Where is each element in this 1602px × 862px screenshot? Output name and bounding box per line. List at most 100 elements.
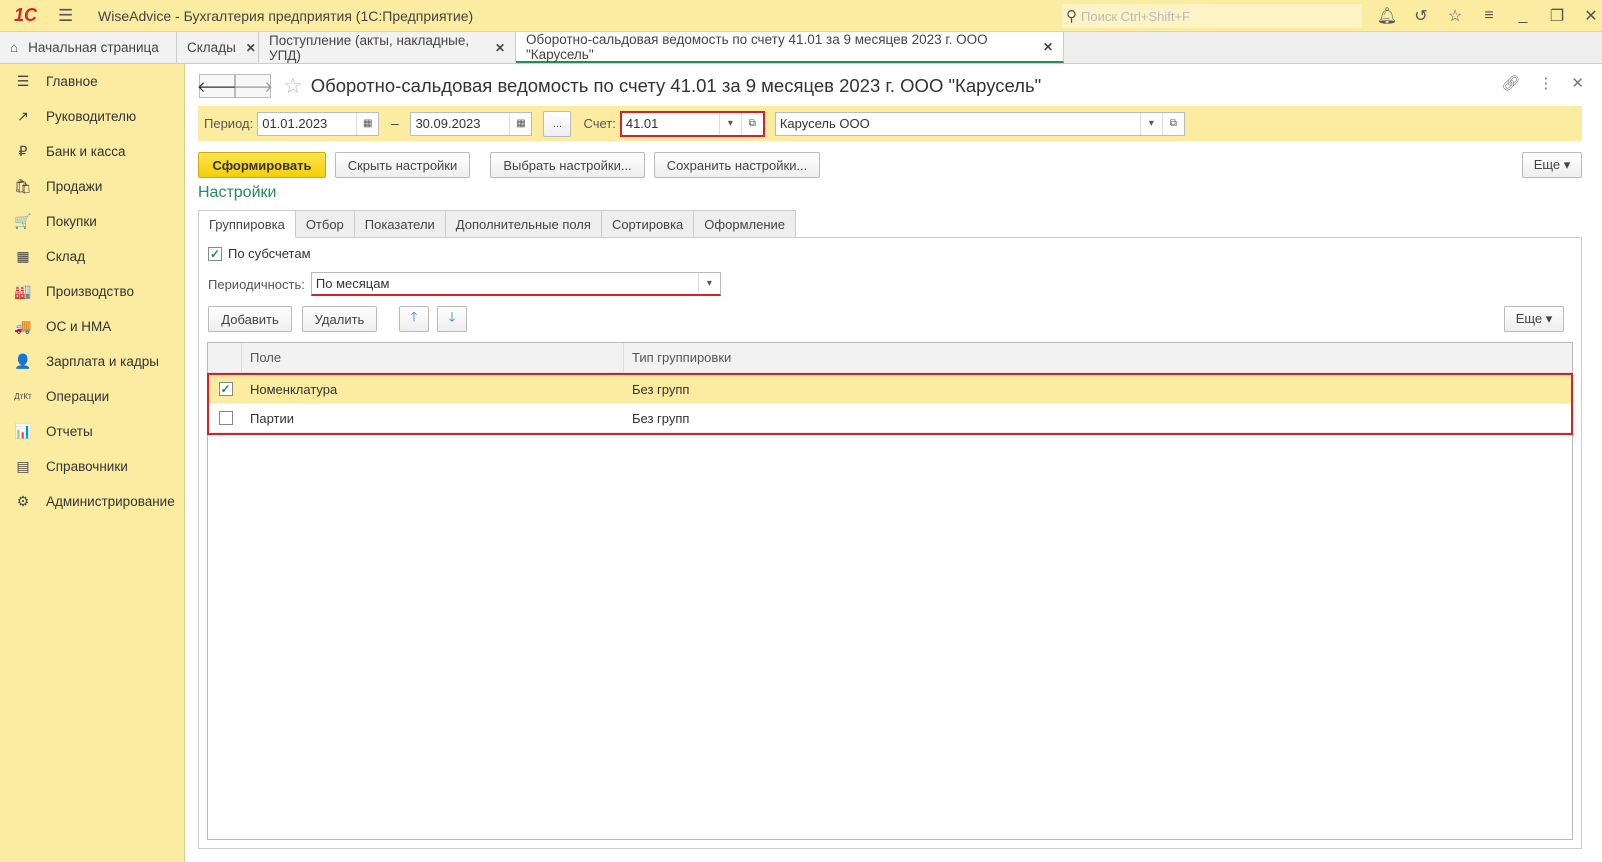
chevron-down-icon[interactable]: ▾: [1139, 112, 1162, 135]
sidebar-icon: 🚚: [14, 318, 32, 334]
calendar-icon[interactable]: ▦: [509, 112, 531, 135]
close-tab-icon[interactable]: ✕: [495, 41, 505, 55]
sidebar-item[interactable]: 👤 Зарплата и кадры: [0, 344, 184, 379]
delete-button[interactable]: Удалить: [302, 306, 377, 332]
menu-icon[interactable]: ☰: [58, 6, 88, 26]
periodicity-value: По месяцам: [315, 276, 390, 291]
hide-settings-button[interactable]: Скрыть настройки: [335, 152, 470, 178]
tab-warehouses[interactable]: Склады ✕: [177, 32, 259, 63]
more-button[interactable]: Еще ▾: [1522, 152, 1582, 178]
settings-tab[interactable]: Показатели: [354, 210, 446, 238]
table-row[interactable]: ✓ Номенклатура Без групп: [209, 375, 1571, 404]
settings-tab[interactable]: Оформление: [694, 210, 796, 238]
settings-tab[interactable]: Сортировка: [601, 210, 695, 238]
minimize-icon[interactable]: _: [1506, 7, 1540, 25]
forward-button[interactable]: 🡒: [233, 74, 273, 98]
settings-panel: ✓ По субсчетам Периодичность: По месяцам…: [198, 237, 1582, 849]
sidebar-item-label: Руководителю: [46, 109, 137, 124]
close-tab-icon[interactable]: ✕: [246, 41, 256, 55]
open-icon[interactable]: ⧉: [1161, 112, 1184, 135]
calendar-icon[interactable]: ▦: [356, 112, 378, 135]
main-content: 🡐 🡒 ☆ Оборотно-сальдовая ведомость по сч…: [185, 64, 1602, 862]
sidebar-item[interactable]: 🛍 Продажи: [0, 169, 184, 204]
chevron-down-icon[interactable]: ▾: [718, 112, 741, 135]
settings-tab[interactable]: Отбор: [295, 210, 355, 238]
settings-tab[interactable]: Группировка: [198, 210, 296, 238]
period-select-button[interactable]: ...: [543, 110, 572, 137]
title-bar: 1С ☰ WiseAdvice - Бухгалтерия предприяти…: [0, 0, 1602, 32]
save-settings-button[interactable]: Сохранить настройки...: [654, 152, 820, 178]
close-icon[interactable]: ✕: [1574, 6, 1602, 26]
row-group-type: Без групп: [632, 410, 690, 426]
sidebar-item[interactable]: ▦ Склад: [0, 239, 184, 274]
tab-home[interactable]: ⌂ Начальная страница: [0, 32, 177, 63]
sidebar-item-label: Операции: [46, 389, 110, 404]
settings-tab[interactable]: Дополнительные поля: [445, 210, 602, 238]
column-header-group-type[interactable]: Тип группировки: [623, 343, 1572, 372]
sidebar-item[interactable]: 🛒 Покупки: [0, 204, 184, 239]
row-checkbox[interactable]: ✓: [218, 382, 233, 396]
sidebar-item[interactable]: ☰ Главное: [0, 64, 184, 99]
sidebar-item[interactable]: ↗ Руководителю: [0, 99, 184, 134]
filter-bar: Период: 01.01.2023 ▦ – 30.09.2023 ▦ ... Сч…: [198, 106, 1582, 141]
sidebar: ☰ Главное ↗ Руководителю ₽ Банк и касса 🛍 Прода…: [0, 64, 185, 862]
generate-button[interactable]: Сформировать: [198, 152, 326, 178]
open-icon[interactable]: ⧉: [740, 112, 763, 135]
history-icon[interactable]: ↺: [1404, 6, 1438, 26]
restore-icon[interactable]: ❐: [1540, 6, 1574, 26]
sidebar-item[interactable]: ДтКт Операции: [0, 379, 184, 414]
search-placeholder: Поиск Ctrl+Shift+F: [1081, 8, 1190, 24]
tab-receipts[interactable]: Поступление (акты, накладные, УПД) ✕: [259, 32, 516, 63]
settings-tabs: Группировка Отбор Показатели Дополнительные…: [198, 210, 796, 238]
link-icon[interactable]: 🔗︎: [1501, 74, 1520, 92]
organization-field[interactable]: Карусель ООО ▾ ⧉: [774, 111, 1185, 136]
more-icon[interactable]: ⋮: [1538, 74, 1553, 92]
periodicity-label: Периодичность:: [208, 276, 305, 292]
period-label: Период:: [204, 116, 254, 131]
favorite-star-icon[interactable]: ☆: [283, 73, 303, 99]
sidebar-item[interactable]: 🚚 ОС и НМА: [0, 309, 184, 344]
row-checkbox[interactable]: [218, 411, 233, 425]
star-icon[interactable]: ☆: [1438, 6, 1472, 26]
tab-label: Начальная страница: [28, 40, 159, 55]
choose-settings-button[interactable]: Выбрать настройки...: [490, 152, 645, 178]
organization-value: Карусель ООО: [779, 116, 870, 131]
sidebar-item-label: Склад: [46, 249, 86, 264]
tab-report[interactable]: Оборотно-сальдовая ведомость по счету 41…: [516, 32, 1064, 63]
column-header-field[interactable]: Поле: [241, 343, 623, 372]
settings-heading: Настройки: [198, 184, 277, 201]
move-down-button[interactable]: 🡓: [437, 306, 467, 332]
move-up-button[interactable]: 🡑: [399, 306, 429, 332]
date-to-field[interactable]: 30.09.2023 ▦: [410, 111, 533, 136]
settings-menu-icon[interactable]: ≡: [1472, 7, 1506, 25]
sidebar-item[interactable]: ▤ Справочники: [0, 449, 184, 484]
chevron-down-icon[interactable]: ▾: [697, 273, 720, 294]
page-title: Оборотно-сальдовая ведомость по счету 41…: [310, 75, 1042, 96]
add-button[interactable]: Добавить: [208, 306, 292, 332]
sidebar-item[interactable]: 🏭 Производство: [0, 274, 184, 309]
sidebar-item[interactable]: ⚙ Администрирование: [0, 484, 184, 519]
sidebar-item[interactable]: 📊 Отчеты: [0, 414, 184, 449]
app-logo: 1С: [14, 5, 38, 25]
bell-icon[interactable]: 🔔︎: [1370, 6, 1404, 26]
sidebar-icon: ▤: [16, 458, 30, 474]
dash: –: [391, 116, 399, 131]
row-field: Партии: [250, 410, 294, 426]
periodicity-select[interactable]: По месяцам ▾: [310, 272, 721, 296]
table-row[interactable]: Партии Без групп: [209, 404, 1571, 433]
table-more-button[interactable]: Еще ▾: [1504, 306, 1564, 332]
home-icon: ⌂: [10, 40, 19, 55]
account-field[interactable]: 41.01 ▾ ⧉: [619, 110, 765, 137]
sidebar-item[interactable]: ₽ Банк и касса: [0, 134, 184, 169]
sidebar-icon: ☰: [16, 73, 30, 89]
by-subaccounts-checkbox[interactable]: ✓: [208, 246, 222, 261]
back-button[interactable]: 🡐: [197, 74, 237, 98]
sidebar-item-label: Администрирование: [46, 494, 175, 509]
sidebar-item-label: Покупки: [46, 214, 97, 229]
account-label: Счет:: [583, 116, 616, 131]
search-input[interactable]: ⚲ Поиск Ctrl+Shift+F: [1062, 4, 1362, 28]
grouping-table: Поле Тип группировки ✓ Номенклатура Без гру…: [207, 342, 1573, 840]
date-from-field[interactable]: 01.01.2023 ▦: [257, 111, 380, 136]
close-icon[interactable]: ✕: [1571, 74, 1584, 92]
close-tab-icon[interactable]: ✕: [1043, 40, 1053, 54]
